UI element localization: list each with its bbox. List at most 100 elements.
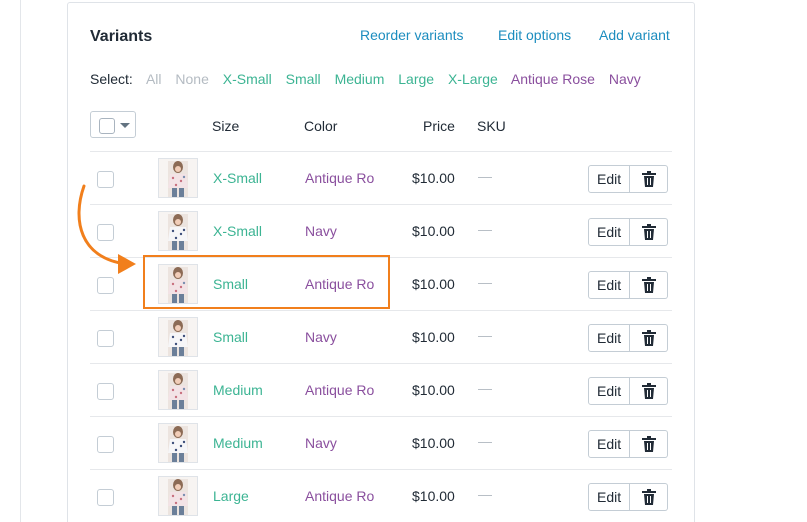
row-actions: Edit — [588, 165, 669, 193]
variants-card: Variants Reorder variants Edit options A… — [67, 2, 695, 522]
select-size-small[interactable]: Small — [286, 71, 321, 87]
variant-color: Antique Ro — [305, 276, 375, 292]
delete-variant-button[interactable] — [630, 377, 669, 405]
edit-options-link[interactable]: Edit options — [498, 27, 571, 43]
delete-variant-button[interactable] — [630, 483, 669, 511]
variant-sku: — — [478, 168, 492, 184]
bulk-select-checkbox[interactable] — [99, 118, 115, 134]
delete-variant-button[interactable] — [630, 324, 669, 352]
variant-thumbnail[interactable] — [158, 264, 198, 304]
trash-icon — [641, 224, 656, 240]
row-actions: Edit — [588, 271, 669, 299]
variant-sku: — — [478, 221, 492, 237]
card-title: Variants — [90, 28, 153, 45]
reorder-variants-link[interactable]: Reorder variants — [360, 27, 464, 43]
variant-color: Antique Ro — [305, 488, 375, 504]
edit-variant-button[interactable]: Edit — [588, 377, 631, 405]
table-row: Medium Antique Ro $10.00 — Edit — [90, 363, 672, 416]
table-row: Medium Navy $10.00 — Edit — [90, 416, 672, 469]
edit-variant-button[interactable]: Edit — [588, 271, 631, 299]
delete-variant-button[interactable] — [630, 271, 669, 299]
variant-price: $10.00 — [412, 170, 455, 186]
annotation-arrow-icon — [77, 184, 136, 274]
edit-variant-button[interactable]: Edit — [588, 430, 631, 458]
variant-thumbnail[interactable] — [158, 158, 198, 198]
table-row: Small Navy $10.00 — Edit — [90, 310, 672, 363]
select-filter-bar: Select: All None X-Small Small Medium La… — [90, 71, 651, 87]
variant-size: Large — [213, 488, 249, 504]
row-actions: Edit — [588, 324, 669, 352]
select-none-link[interactable]: None — [175, 71, 208, 87]
variant-color: Antique Ro — [305, 170, 375, 186]
row-actions: Edit — [588, 377, 669, 405]
variant-price: $10.00 — [412, 382, 455, 398]
page-divider — [20, 0, 21, 522]
variant-sku: — — [478, 380, 492, 396]
row-checkbox[interactable] — [97, 383, 114, 400]
select-color-antique-rose[interactable]: Antique Rose — [511, 71, 595, 87]
variant-thumbnail[interactable] — [158, 423, 198, 463]
row-checkbox[interactable] — [97, 330, 114, 347]
variant-thumbnail[interactable] — [158, 211, 198, 251]
bulk-select-dropdown[interactable] — [90, 111, 136, 138]
column-header-size: Size — [212, 118, 240, 134]
edit-variant-button[interactable]: Edit — [588, 483, 631, 511]
variant-sku: — — [478, 433, 492, 449]
table-row: X-Small Navy $10.00 — Edit — [90, 204, 672, 257]
select-size-medium[interactable]: Medium — [335, 71, 385, 87]
variant-size: Medium — [213, 435, 263, 451]
trash-icon — [641, 330, 656, 346]
variant-sku: — — [478, 327, 492, 343]
chevron-down-icon — [120, 123, 130, 128]
variant-price: $10.00 — [412, 223, 455, 239]
variant-color: Navy — [305, 329, 337, 345]
trash-icon — [641, 277, 656, 293]
table-row: X-Small Antique Ro $10.00 — Edit — [90, 151, 672, 204]
delete-variant-button[interactable] — [630, 218, 669, 246]
variants-table: X-Small Antique Ro $10.00 — Edit X-Small… — [90, 151, 672, 522]
select-all-link[interactable]: All — [146, 71, 162, 87]
trash-icon — [641, 383, 656, 399]
variant-color: Antique Ro — [305, 382, 375, 398]
variant-sku: — — [478, 486, 492, 502]
variant-size: Small — [213, 276, 249, 292]
edit-variant-button[interactable]: Edit — [588, 324, 631, 352]
row-actions: Edit — [588, 430, 669, 458]
column-header-color: Color — [304, 118, 338, 134]
variant-color: Navy — [305, 435, 337, 451]
variant-price: $10.00 — [412, 488, 455, 504]
column-header-sku: SKU — [477, 118, 506, 134]
variant-thumbnail[interactable] — [158, 370, 198, 410]
edit-variant-button[interactable]: Edit — [588, 218, 631, 246]
variant-size: Medium — [213, 382, 263, 398]
variant-price: $10.00 — [412, 276, 455, 292]
trash-icon — [641, 489, 656, 505]
row-checkbox[interactable] — [97, 436, 114, 453]
variant-thumbnail[interactable] — [158, 317, 198, 357]
trash-icon — [641, 171, 656, 187]
select-size-x-small[interactable]: X-Small — [223, 71, 272, 87]
variant-color: Navy — [305, 223, 337, 239]
variant-size: Small — [213, 329, 249, 345]
row-actions: Edit — [588, 483, 669, 511]
add-variant-link[interactable]: Add variant — [599, 27, 670, 43]
delete-variant-button[interactable] — [630, 165, 669, 193]
variant-price: $10.00 — [412, 435, 455, 451]
select-size-x-large[interactable]: X-Large — [448, 71, 498, 87]
variant-size: X-Small — [213, 170, 263, 186]
variant-sku: — — [478, 274, 492, 290]
variant-size: X-Small — [213, 223, 263, 239]
column-header-price: Price — [423, 118, 455, 134]
variant-thumbnail[interactable] — [158, 476, 198, 516]
variant-price: $10.00 — [412, 329, 455, 345]
trash-icon — [641, 436, 656, 452]
select-color-navy[interactable]: Navy — [609, 71, 641, 87]
select-label: Select: — [90, 71, 133, 87]
select-size-large[interactable]: Large — [398, 71, 434, 87]
delete-variant-button[interactable] — [630, 430, 669, 458]
table-row: Large Antique Ro $10.00 — Edit — [90, 469, 672, 522]
row-actions: Edit — [588, 218, 669, 246]
table-row: Small Antique Ro $10.00 — Edit — [90, 257, 672, 310]
row-checkbox[interactable] — [97, 489, 114, 506]
edit-variant-button[interactable]: Edit — [588, 165, 631, 193]
